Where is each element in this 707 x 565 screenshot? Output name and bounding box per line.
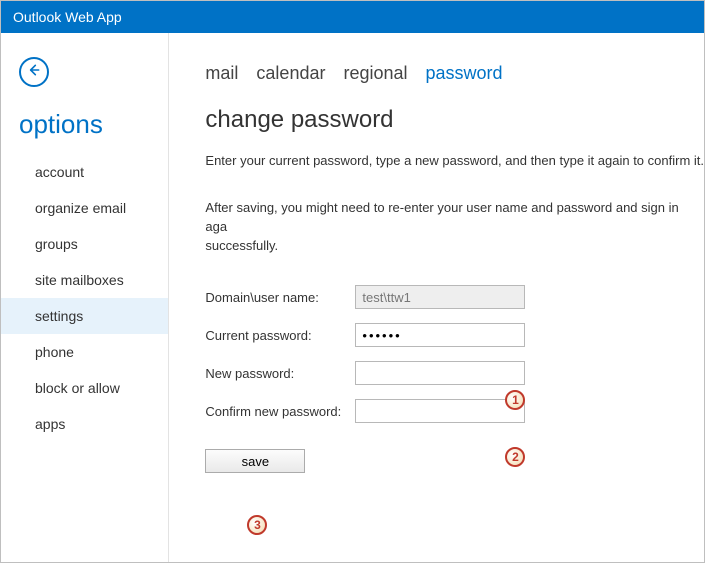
- tab-mail[interactable]: mail: [205, 63, 238, 84]
- instruction-2-line1: After saving, you might need to re-enter…: [205, 200, 678, 234]
- tab-calendar[interactable]: calendar: [256, 63, 325, 84]
- main-pane: mail calendar regional password change p…: [169, 33, 704, 562]
- page-title: change password: [205, 106, 704, 134]
- sidebar-item-block-or-allow[interactable]: block or allow: [1, 370, 168, 406]
- save-button[interactable]: save: [205, 449, 305, 473]
- row-confirm-password: Confirm new password:: [205, 399, 704, 423]
- input-domain-user: [355, 285, 525, 309]
- sidebar-item-organize-email[interactable]: organize email: [1, 190, 168, 226]
- body: options account organize email groups si…: [1, 33, 704, 562]
- app-window: Outlook Web App options account organize…: [0, 0, 705, 563]
- instruction-2: After saving, you might need to re-enter…: [205, 199, 704, 256]
- instruction-1: Enter your current password, type a new …: [205, 152, 704, 171]
- label-current-password: Current password:: [205, 328, 355, 343]
- input-confirm-password[interactable]: [355, 399, 525, 423]
- back-button[interactable]: [19, 57, 49, 87]
- sidebar: options account organize email groups si…: [1, 33, 169, 562]
- save-row: save: [205, 449, 704, 473]
- row-new-password: New password:: [205, 361, 704, 385]
- label-new-password: New password:: [205, 366, 355, 381]
- input-current-password[interactable]: [355, 323, 525, 347]
- tabs: mail calendar regional password: [205, 63, 704, 84]
- back-arrow-icon: [26, 62, 42, 83]
- sidebar-item-site-mailboxes[interactable]: site mailboxes: [1, 262, 168, 298]
- instruction-2-line2: successfully.: [205, 238, 278, 253]
- sidebar-item-account[interactable]: account: [1, 154, 168, 190]
- sidebar-item-phone[interactable]: phone: [1, 334, 168, 370]
- label-domain-user: Domain\user name:: [205, 290, 355, 305]
- label-confirm-password: Confirm new password:: [205, 404, 355, 419]
- sidebar-item-apps[interactable]: apps: [1, 406, 168, 442]
- row-current-password: Current password:: [205, 323, 704, 347]
- sidebar-item-settings[interactable]: settings: [1, 298, 168, 334]
- options-heading: options: [19, 109, 168, 140]
- row-domain-user: Domain\user name:: [205, 285, 704, 309]
- callout-3: 3: [247, 515, 267, 535]
- input-new-password[interactable]: [355, 361, 525, 385]
- tab-regional[interactable]: regional: [343, 63, 407, 84]
- sidebar-nav: account organize email groups site mailb…: [1, 154, 168, 442]
- titlebar: Outlook Web App: [1, 1, 704, 33]
- sidebar-item-groups[interactable]: groups: [1, 226, 168, 262]
- tab-password[interactable]: password: [426, 63, 503, 84]
- app-name: Outlook Web App: [13, 9, 122, 25]
